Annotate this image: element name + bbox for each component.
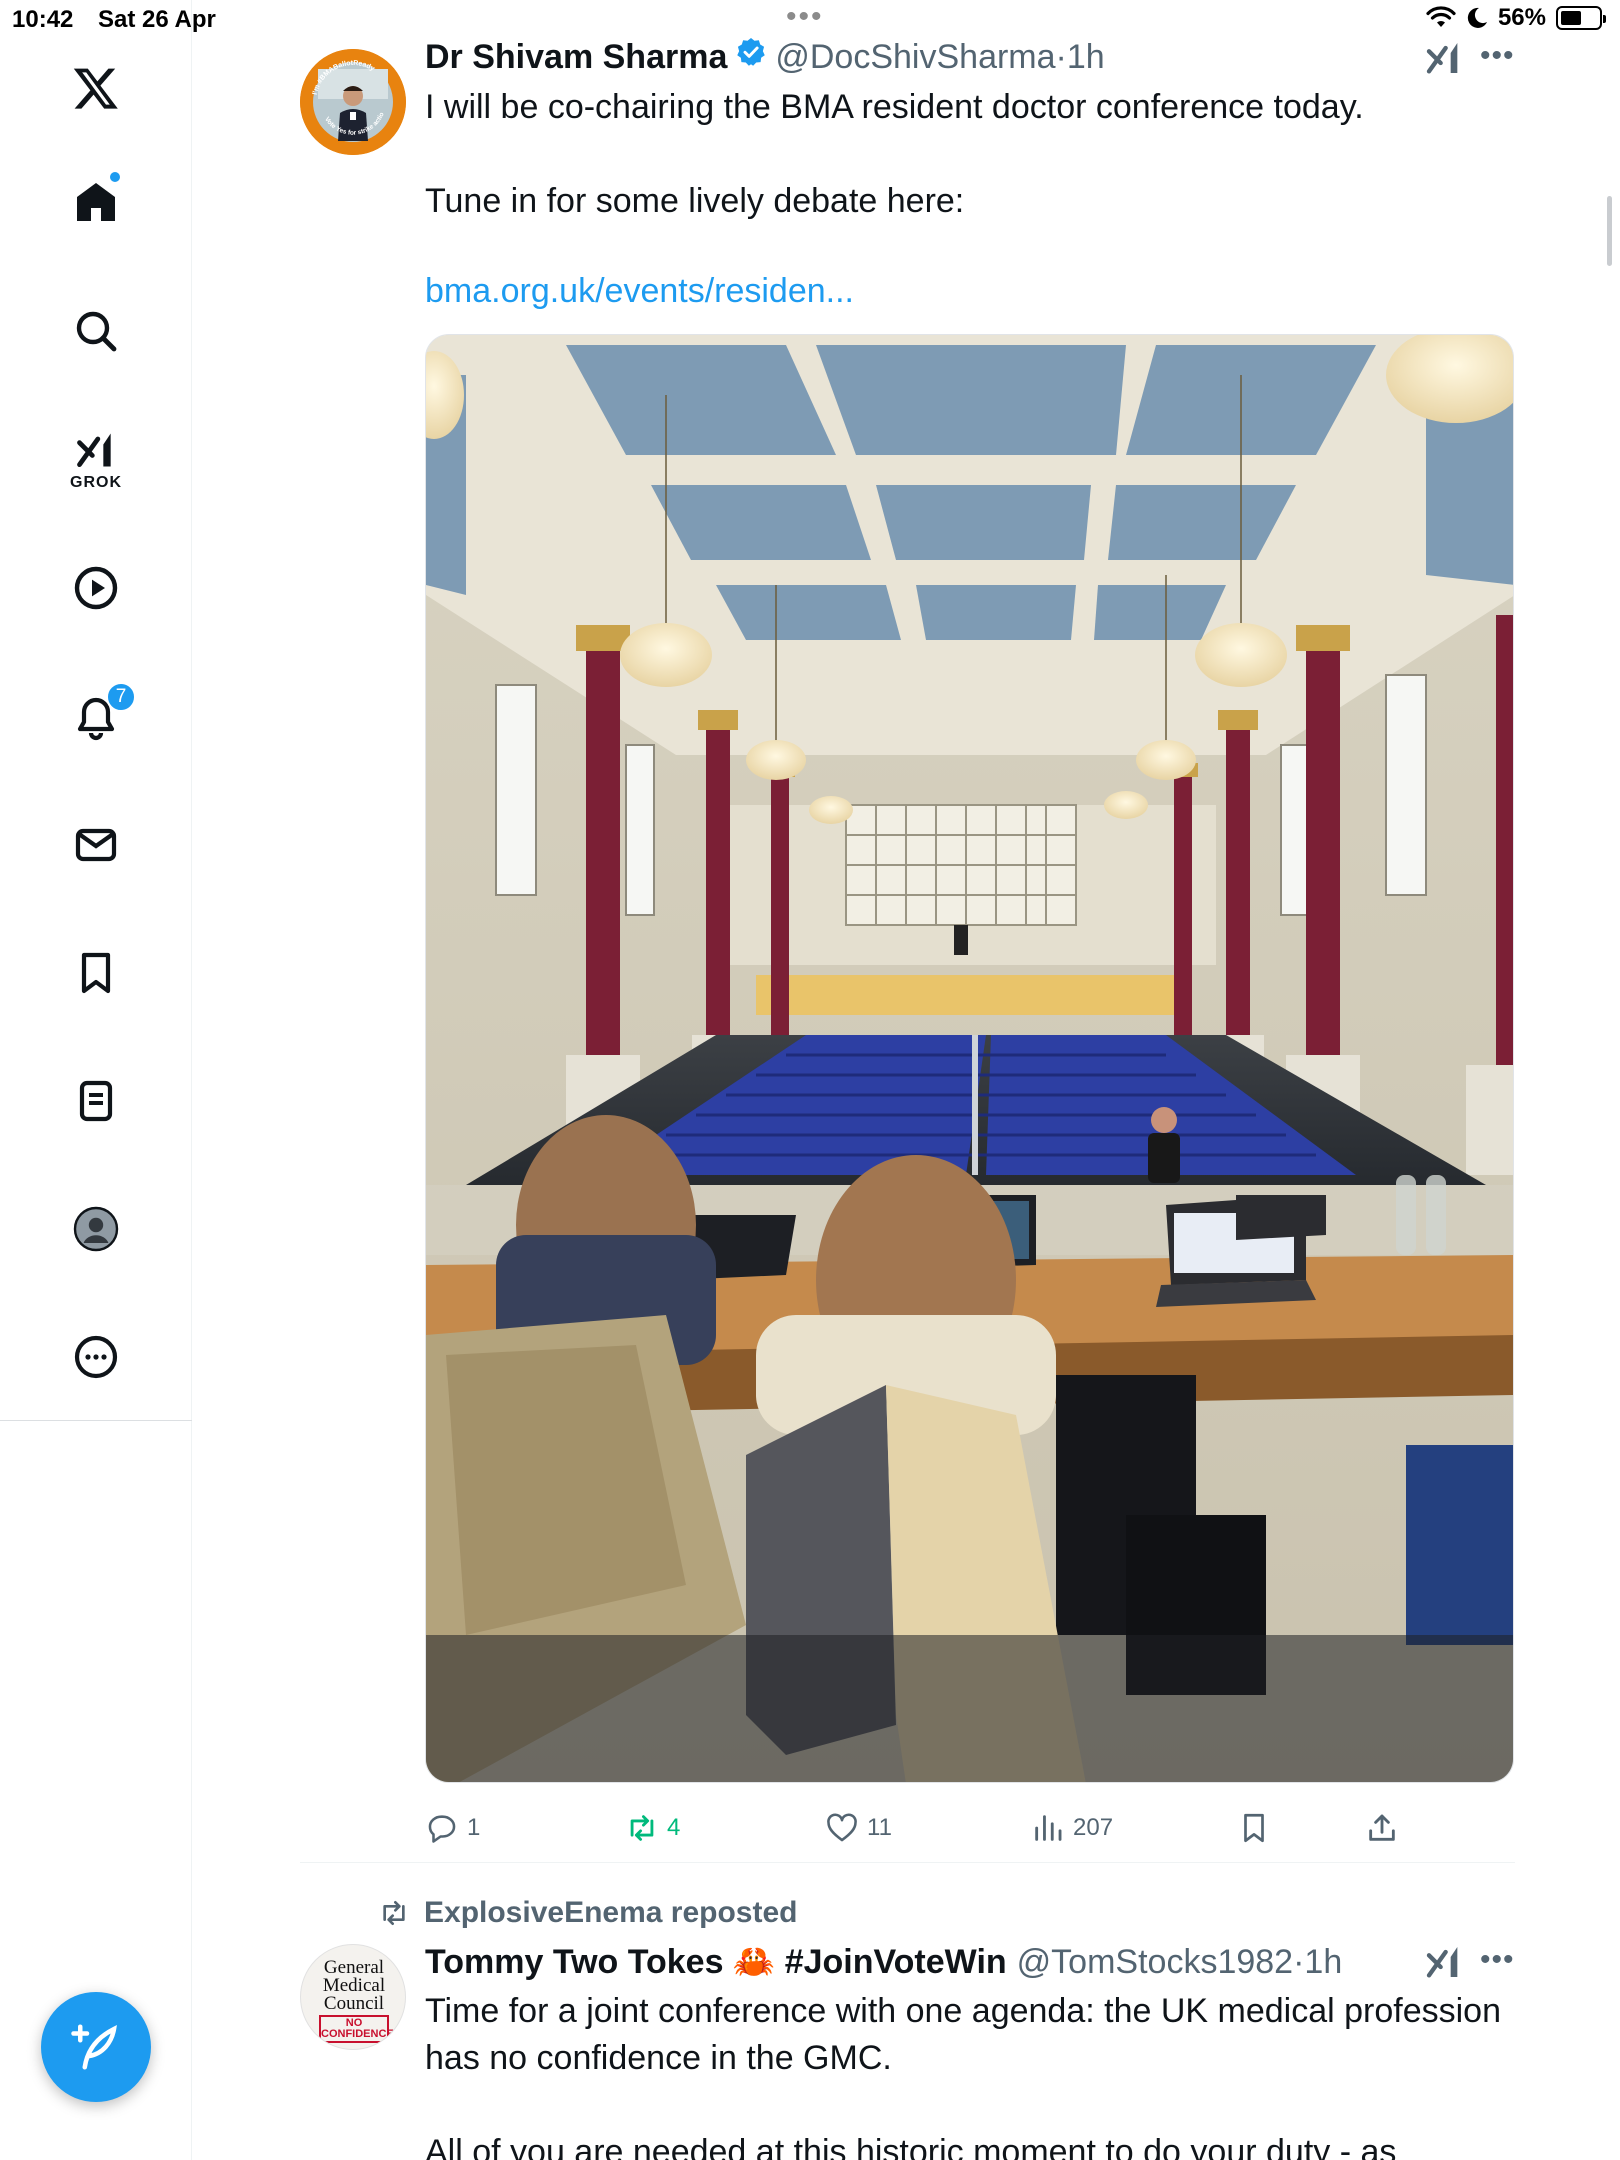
share-button[interactable]: [1365, 1800, 1399, 1856]
tweet-text: Time for a joint conference with one age…: [425, 1992, 1501, 2160]
play-icon: [74, 566, 118, 610]
sidebar-divider: [0, 1420, 192, 1421]
handle[interactable]: @DocShivSharma: [775, 38, 1055, 76]
no-confidence-stamp: NO CONFIDENCE: [319, 2015, 394, 2043]
avatar-text: General Medical Council: [301, 1958, 405, 2014]
more-circle-icon: [74, 1335, 118, 1379]
reposted-by: ExplosiveEnema reposted: [424, 1896, 798, 1929]
status-indicators: 56%: [1426, 4, 1606, 32]
display-name[interactable]: Dr Shivam Sharma: [425, 38, 727, 76]
scroll-indicator[interactable]: [1607, 196, 1612, 266]
reply-count: 1: [467, 1814, 481, 1841]
repost-icon: [383, 1901, 405, 1925]
home-new-dot: [108, 170, 122, 184]
profile-icon: [73, 1206, 119, 1252]
sidebar-item-profile[interactable]: [56, 1189, 136, 1269]
more-options-icon[interactable]: •••: [1480, 1945, 1515, 1975]
repost-context[interactable]: ExplosiveEnema reposted: [378, 1896, 797, 1930]
tweet-divider: [300, 1862, 1515, 1863]
like-button[interactable]: 11: [825, 1800, 892, 1856]
avatar[interactable]: General Medical Council NO CONFIDENCE: [300, 1944, 406, 2050]
search-icon: [76, 311, 117, 352]
wifi-icon: [1426, 6, 1456, 27]
sidebar-item-messages[interactable]: [56, 805, 136, 885]
like-count: 11: [867, 1814, 892, 1841]
battery-percent: 56%: [1497, 4, 1546, 31]
list-icon: [79, 1080, 113, 1122]
avatar-line: Council: [323, 1993, 385, 2014]
tweet-text: I will be co-chairing the BMA resident d…: [425, 88, 1364, 220]
heart-icon: [827, 1813, 857, 1842]
display-name[interactable]: Tommy Two Tokes 🦀 #JoinVoteWin: [425, 1942, 1007, 1982]
bookmark-icon: [81, 952, 111, 994]
bookmark-button[interactable]: [1237, 1800, 1271, 1856]
tweet-link[interactable]: bma.org.uk/events/residen...: [425, 272, 854, 311]
x-logo-icon: [73, 68, 118, 109]
views-chart-icon: [1035, 1815, 1062, 1841]
envelope-icon: [75, 828, 117, 862]
sidebar-item-grok[interactable]: GROK: [56, 420, 136, 500]
sidebar-item-videos[interactable]: [56, 548, 136, 628]
view-count: 207: [1073, 1814, 1114, 1841]
sidebar-item-search[interactable]: [56, 291, 136, 371]
sidebar-item-bookmarks[interactable]: [56, 933, 136, 1013]
reply-button[interactable]: 1: [425, 1800, 480, 1856]
compose-icon: [71, 2024, 117, 2070]
repost-count: 4: [667, 1814, 681, 1841]
repost-icon: [630, 1815, 654, 1841]
sidebar-item-lists[interactable]: [56, 1061, 136, 1141]
more-options-icon[interactable]: •••: [1480, 41, 1515, 71]
views-button[interactable]: 207: [1031, 1800, 1113, 1856]
verified-badge-icon: [737, 38, 766, 66]
grok-icon[interactable]: [1424, 38, 1464, 78]
grok-icon: [77, 433, 111, 468]
grok-label: GROK: [70, 474, 122, 491]
sidebar-item-notifications[interactable]: 7: [56, 678, 136, 758]
home-icon: [77, 183, 115, 221]
separator-dot: ·: [1055, 38, 1067, 76]
multitasking-dots-icon[interactable]: •••: [786, 2, 824, 32]
tweet-header: Dr Shivam Sharma @DocShivSharma · 1h: [425, 36, 1500, 76]
battery-fill: [1561, 11, 1581, 25]
x-logo-button[interactable]: [56, 48, 136, 128]
separator-dot: ·: [1293, 1943, 1305, 1981]
tweet-media[interactable]: [425, 334, 1514, 1783]
compose-button[interactable]: [41, 1992, 151, 2102]
conference-hall-photo: [426, 335, 1513, 1782]
bookmark-icon: [1244, 1813, 1264, 1843]
notifications-badge: 7: [106, 682, 136, 712]
sidebar-item-home[interactable]: [56, 162, 136, 242]
repost-button[interactable]: 4: [625, 1800, 680, 1856]
avatar-image: I'm #BMABallotReady Vote Yes for strike …: [300, 49, 406, 155]
tweet-header: Tommy Two Tokes 🦀 #JoinVoteWin @TomStock…: [425, 1942, 1500, 1982]
handle[interactable]: @TomStocks1982: [1017, 1943, 1293, 1982]
tweet-actions: 1 4 11 207: [425, 1800, 1515, 1856]
status-bar: 10:42 Sat 26 Apr ••• 56%: [0, 0, 1620, 40]
stamp-line: CONFIDENCE: [321, 2028, 394, 2040]
battery-icon: [1556, 6, 1606, 30]
timestamp[interactable]: 1h: [1067, 38, 1105, 76]
reply-icon: [428, 1815, 456, 1843]
share-icon: [1369, 1814, 1395, 1841]
avatar[interactable]: I'm #BMABallotReady Vote Yes for strike …: [300, 49, 406, 155]
sidebar-nav: GROK 7: [0, 0, 192, 2160]
moon-icon: [1467, 7, 1487, 28]
timestamp[interactable]: 1h: [1304, 1943, 1342, 1982]
sidebar-item-more[interactable]: [56, 1317, 136, 1397]
grok-icon[interactable]: [1424, 1942, 1464, 1982]
